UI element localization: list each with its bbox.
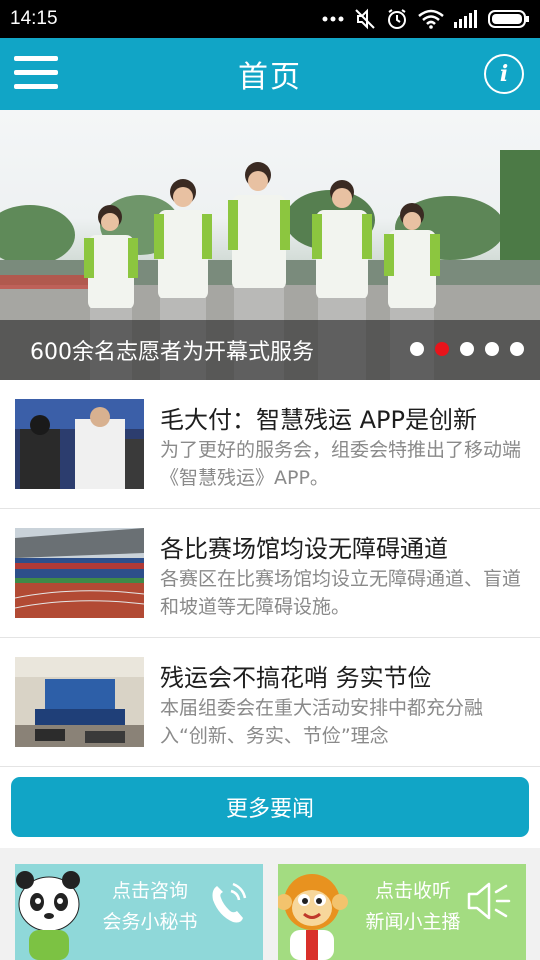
news-title: 毛大付：智慧残运 APP是创新 [160, 406, 477, 434]
news-description: 各赛区在比赛场馆均设立无障碍通道、盲道和坡道等无障碍设施。 [160, 568, 522, 618]
card-text: 点击收听 新闻小主播 [348, 876, 478, 938]
news-thumbnail [15, 528, 144, 618]
listen-anchor-card[interactable]: 点击收听 新闻小主播 [278, 864, 526, 960]
alarm-icon [388, 9, 406, 29]
carousel-dot[interactable] [410, 342, 424, 356]
news-title: 残运会不搞花哨 务实节俭 [160, 664, 432, 692]
card-line1: 点击咨询 [111, 880, 188, 902]
card-line1: 点击收听 [374, 880, 451, 902]
news-item[interactable]: 残运会不搞花哨 务实节俭 本届组委会在重大活动安排中都充分融入“创新、务实、节俭… [0, 638, 540, 767]
banner-carousel[interactable]: 600余名志愿者为开幕式服务 [0, 110, 540, 380]
page-title: 首页 [238, 60, 302, 95]
status-time: 14:15 [10, 8, 58, 29]
carousel-dot[interactable] [510, 342, 524, 356]
carousel-dot-active[interactable] [435, 342, 449, 356]
mute-icon [355, 8, 375, 30]
consult-secretary-card[interactable]: 点击咨询 会务小秘书 [15, 864, 263, 960]
news-item[interactable]: 毛大付：智慧残运 APP是创新 为了更好的服务会，组委会特推出了移动端《智慧残运… [0, 380, 540, 509]
service-cards: 点击咨询 会务小秘书 点击收听 新闻小主播 [0, 848, 540, 960]
banner-caption: 600余名志愿者为开幕式服务 [30, 340, 314, 365]
card-text: 点击咨询 会务小秘书 [85, 876, 215, 938]
phone-icon [212, 882, 247, 923]
news-title: 各比赛场馆均设无障碍通道 [160, 535, 448, 563]
news-description: 本届组委会在重大活动安排中都充分融入“创新、务实、节俭”理念 [160, 697, 484, 747]
battery-icon [488, 10, 529, 28]
news-description: 为了更好的服务会，组委会特推出了移动端《智慧残运》APP。 [160, 439, 522, 489]
signal-icon [454, 10, 477, 28]
menu-icon[interactable] [14, 56, 58, 92]
carousel-dot[interactable] [485, 342, 499, 356]
monkey-mascot [278, 874, 348, 960]
news-item[interactable]: 各比赛场馆均设无障碍通道 各赛区在比赛场馆均设立无障碍通道、盲道和坡道等无障碍设… [0, 509, 540, 638]
info-icon[interactable]: i [484, 54, 524, 94]
more-news-button[interactable]: 更多要闻 [11, 777, 529, 837]
status-bar: 14:15 [0, 0, 540, 38]
card-line2: 会务小秘书 [102, 911, 198, 933]
news-list: 毛大付：智慧残运 APP是创新 为了更好的服务会，组委会特推出了移动端《智慧残运… [0, 380, 540, 767]
card-line2: 新闻小主播 [365, 911, 461, 933]
speaker-icon [467, 882, 511, 920]
panda-mascot [16, 871, 80, 960]
wifi-icon [418, 9, 444, 29]
app-bar: 首页 i [0, 38, 540, 110]
carousel-dot[interactable] [460, 342, 474, 356]
status-icons [322, 8, 530, 30]
info-glyph: i [499, 61, 509, 87]
news-thumbnail [15, 657, 144, 747]
carousel-indicator [410, 342, 524, 356]
news-thumbnail [15, 399, 144, 489]
more-icon [322, 16, 344, 22]
